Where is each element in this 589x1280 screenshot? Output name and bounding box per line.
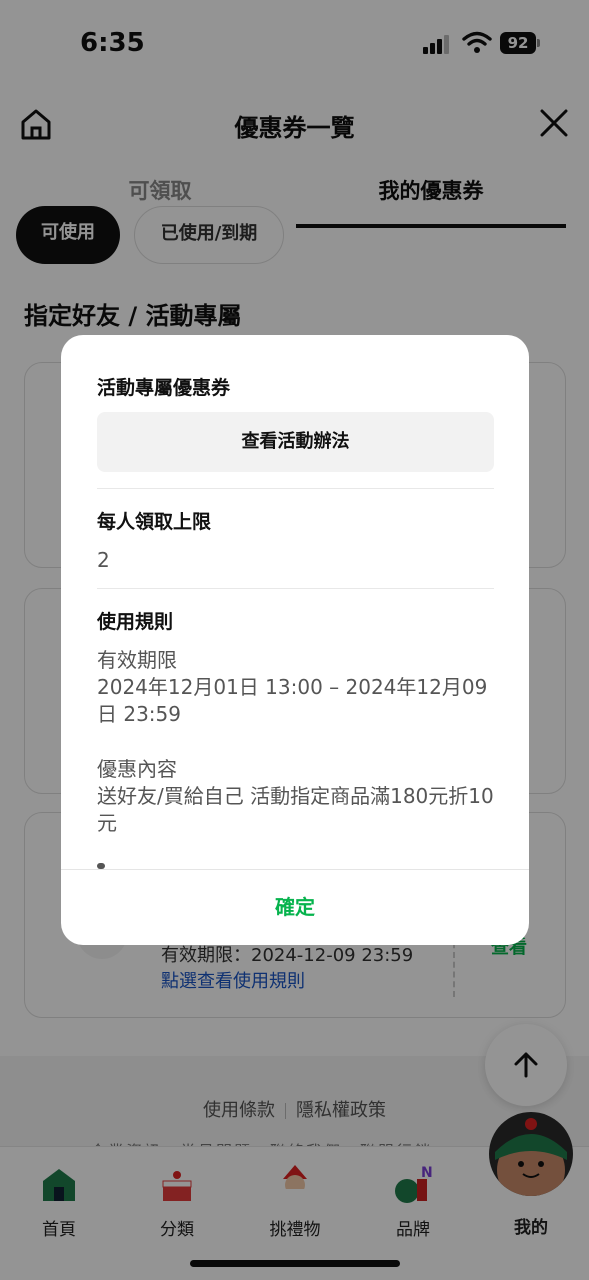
coupon-detail-modal: 活動專屬優惠券 查看活動辦法 每人領取上限 2 使用規則 有效期限 2024年1… bbox=[61, 335, 529, 945]
limit-heading: 每人領取上限 bbox=[97, 511, 212, 533]
validity-label: 有效期限 bbox=[97, 648, 177, 672]
divider bbox=[97, 588, 494, 589]
content-label: 優惠內容 bbox=[97, 757, 177, 781]
modal-title: 活動專屬優惠券 bbox=[97, 377, 231, 399]
rules-heading: 使用規則 bbox=[97, 611, 174, 633]
content-value: 送好友/買給自己 活動指定商品滿180元折10元 bbox=[97, 784, 494, 835]
divider bbox=[97, 488, 494, 489]
confirm-button[interactable]: 確定 bbox=[61, 870, 529, 945]
limit-value: 2 bbox=[97, 548, 110, 572]
validity-value: 2024年12月01日 13:00 – 2024年12月09日 23:59 bbox=[97, 675, 488, 726]
view-rules-button[interactable]: 查看活動辦法 bbox=[97, 412, 494, 472]
